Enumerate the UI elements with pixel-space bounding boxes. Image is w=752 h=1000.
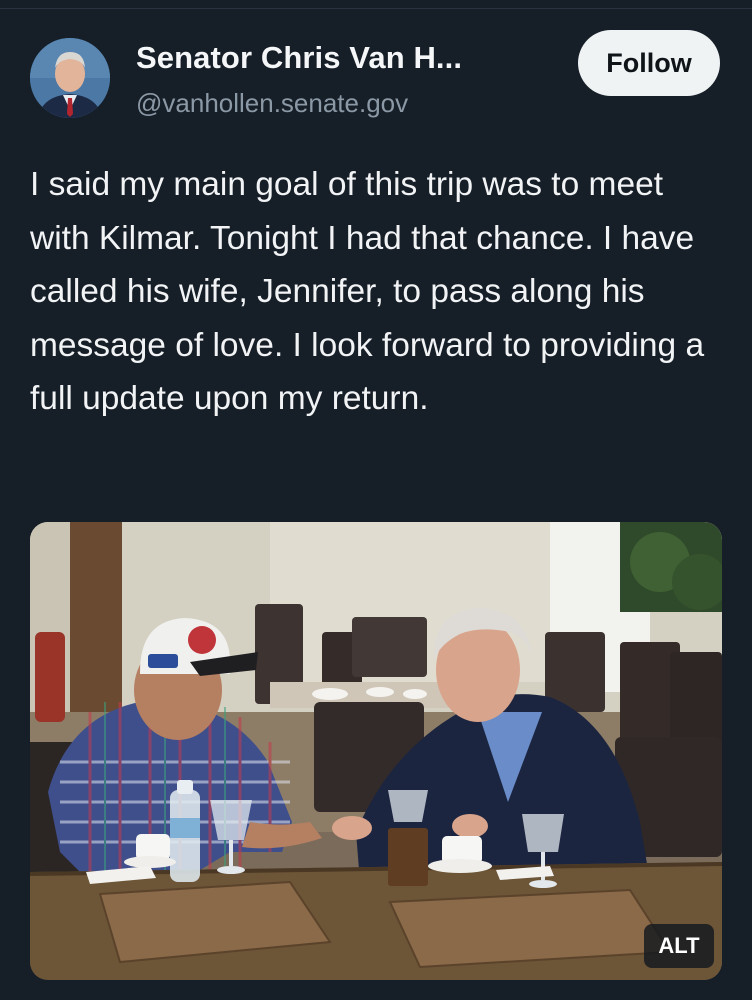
post-photo [30, 522, 722, 980]
author-handle[interactable]: @vanhollen.senate.gov [136, 88, 408, 119]
avatar-image [30, 38, 110, 118]
top-divider [0, 8, 752, 9]
post-media[interactable]: ALT [30, 522, 722, 980]
author-avatar[interactable] [30, 38, 110, 118]
author-display-name[interactable]: Senator Chris Van H... [136, 40, 462, 76]
follow-button[interactable]: Follow [578, 30, 720, 96]
alt-text-button[interactable]: ALT [644, 924, 714, 968]
post-header: Senator Chris Van H... @vanhollen.senate… [30, 30, 722, 126]
post-text: I said my main goal of this trip was to … [30, 166, 705, 417]
